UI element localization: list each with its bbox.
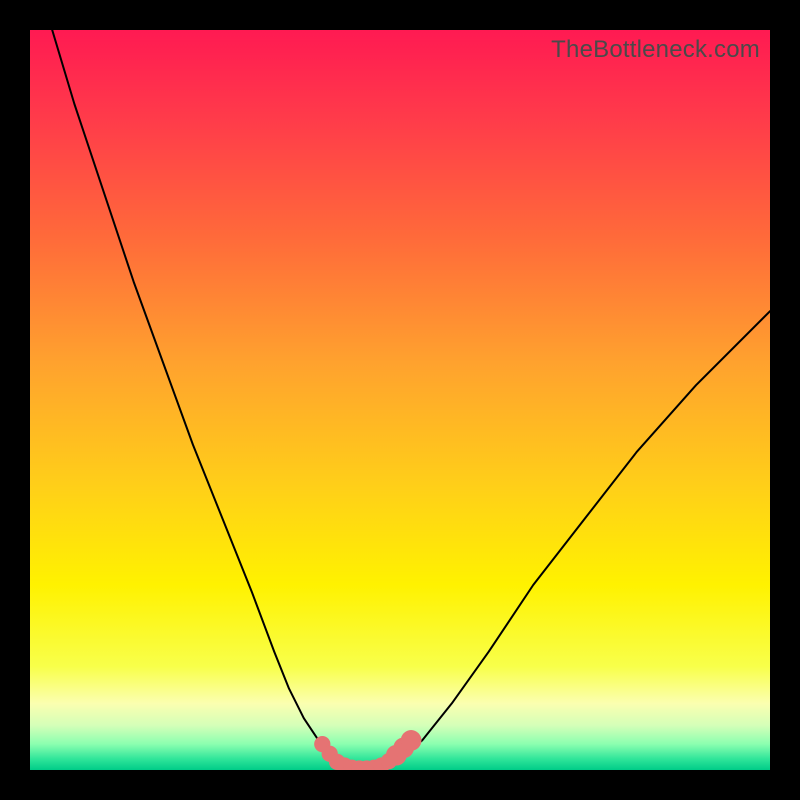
series-left-branch — [52, 30, 341, 766]
series-right-branch — [385, 311, 770, 765]
chart-curves — [30, 30, 770, 770]
outer-frame: TheBottleneck.com — [0, 0, 800, 800]
plot-area: TheBottleneck.com — [30, 30, 770, 770]
marker-dot — [401, 730, 422, 751]
watermark-text: TheBottleneck.com — [551, 36, 760, 64]
